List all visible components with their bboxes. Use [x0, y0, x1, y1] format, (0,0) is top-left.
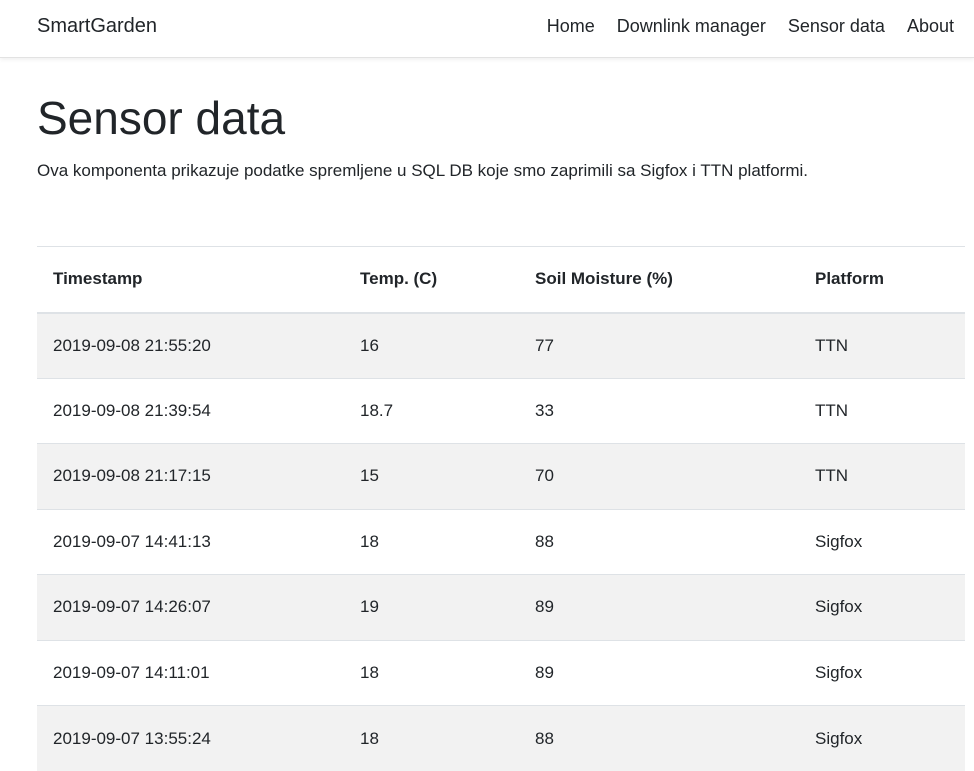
cell-timestamp: 2019-09-07 14:11:01 [37, 640, 344, 706]
header-timestamp: Timestamp [37, 247, 344, 313]
sensor-data-table: Timestamp Temp. (C) Soil Moisture (%) Pl… [37, 246, 965, 771]
table-header-row: Timestamp Temp. (C) Soil Moisture (%) Pl… [37, 247, 965, 313]
cell-timestamp: 2019-09-07 13:55:24 [37, 706, 344, 771]
sensor-table-container: Timestamp Temp. (C) Soil Moisture (%) Pl… [37, 246, 965, 771]
cell-temperature: 18.7 [344, 378, 519, 444]
cell-soil-moisture: 89 [519, 575, 799, 641]
nav-link-sensor-data[interactable]: Sensor data [766, 14, 885, 38]
cell-temperature: 16 [344, 313, 519, 379]
table-row: 2019-09-08 21:17:15 15 70 TTN [37, 444, 965, 510]
cell-soil-moisture: 88 [519, 509, 799, 575]
cell-platform: TTN [799, 378, 965, 444]
cell-soil-moisture: 33 [519, 378, 799, 444]
cell-platform: Sigfox [799, 706, 965, 771]
cell-soil-moisture: 88 [519, 706, 799, 771]
table-row: 2019-09-08 21:55:20 16 77 TTN [37, 313, 965, 379]
table-row: 2019-09-08 21:39:54 18.7 33 TTN [37, 378, 965, 444]
cell-platform: Sigfox [799, 640, 965, 706]
table-row: 2019-09-07 14:41:13 18 88 Sigfox [37, 509, 965, 575]
cell-soil-moisture: 77 [519, 313, 799, 379]
table-row: 2019-09-07 14:11:01 18 89 Sigfox [37, 640, 965, 706]
top-navbar: SmartGarden Home Downlink manager Sensor… [0, 0, 974, 58]
cell-timestamp: 2019-09-08 21:17:15 [37, 444, 344, 510]
cell-temperature: 15 [344, 444, 519, 510]
page-description: Ova komponenta prikazuje podatke spremlj… [37, 158, 937, 184]
cell-temperature: 18 [344, 706, 519, 771]
header-platform: Platform [799, 247, 965, 313]
header-soil-moisture: Soil Moisture (%) [519, 247, 799, 313]
brand-link[interactable]: SmartGarden [37, 14, 157, 38]
cell-timestamp: 2019-09-08 21:39:54 [37, 378, 344, 444]
nav-link-home[interactable]: Home [525, 14, 595, 38]
cell-platform: TTN [799, 444, 965, 510]
main-content: Sensor data Ova komponenta prikazuje pod… [37, 88, 965, 184]
page-title: Sensor data [37, 88, 965, 148]
cell-temperature: 19 [344, 575, 519, 641]
cell-temperature: 18 [344, 509, 519, 575]
cell-platform: TTN [799, 313, 965, 379]
cell-temperature: 18 [344, 640, 519, 706]
cell-timestamp: 2019-09-08 21:55:20 [37, 313, 344, 379]
nav-links: Home Downlink manager Sensor data About [525, 14, 954, 38]
cell-timestamp: 2019-09-07 14:26:07 [37, 575, 344, 641]
table-row: 2019-09-07 13:55:24 18 88 Sigfox [37, 706, 965, 771]
table-row: 2019-09-07 14:26:07 19 89 Sigfox [37, 575, 965, 641]
cell-soil-moisture: 89 [519, 640, 799, 706]
cell-platform: Sigfox [799, 509, 965, 575]
cell-timestamp: 2019-09-07 14:41:13 [37, 509, 344, 575]
nav-link-downlink-manager[interactable]: Downlink manager [595, 14, 766, 38]
nav-link-about[interactable]: About [885, 14, 954, 38]
header-temperature: Temp. (C) [344, 247, 519, 313]
cell-soil-moisture: 70 [519, 444, 799, 510]
cell-platform: Sigfox [799, 575, 965, 641]
